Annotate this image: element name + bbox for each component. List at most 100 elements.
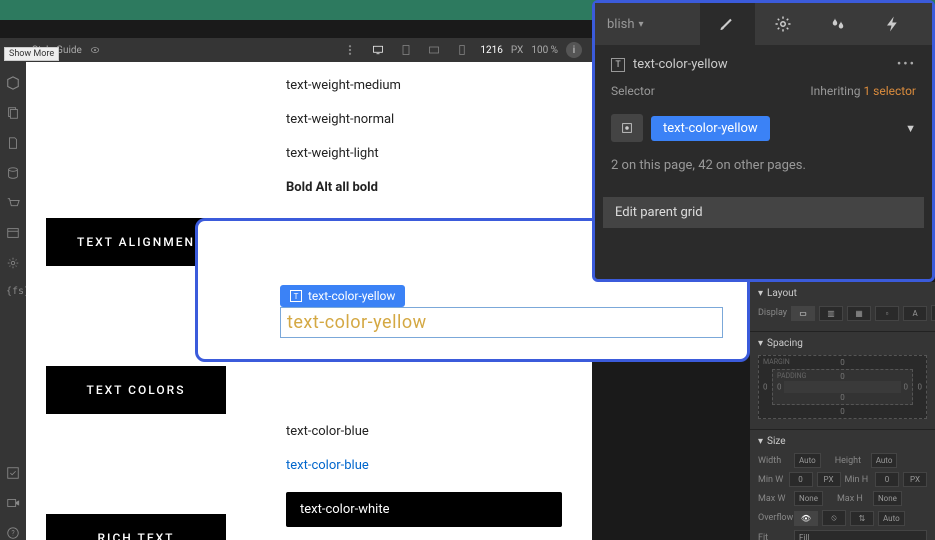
maxh-input[interactable]: None	[873, 491, 902, 506]
info-icon[interactable]: i	[566, 42, 582, 58]
cart-icon[interactable]	[6, 196, 20, 210]
display-grid-button[interactable]: ▦	[847, 306, 871, 321]
list-item[interactable]: text-weight-light	[286, 146, 562, 164]
margin-top[interactable]: 0	[840, 358, 845, 367]
tab-settings[interactable]	[755, 3, 810, 45]
display-inline-block-button[interactable]: ▫	[875, 306, 899, 321]
fit-label: Fit	[758, 533, 790, 540]
padding-right[interactable]: 0	[904, 383, 909, 392]
element-chip[interactable]: T text-color-yellow	[280, 285, 405, 307]
target-icon	[620, 121, 634, 135]
padding-bottom[interactable]: 0	[840, 393, 845, 402]
file-icon[interactable]	[6, 136, 20, 150]
maxh-label: Max H	[837, 494, 869, 504]
eye-icon[interactable]	[90, 45, 100, 55]
minw-input[interactable]: 0	[789, 472, 813, 487]
pages-icon[interactable]	[6, 106, 20, 120]
fs-icon[interactable]: {fs}	[6, 286, 20, 300]
more-vertical-icon[interactable]	[344, 44, 356, 56]
list-item[interactable]: text-color-blue	[286, 424, 562, 442]
class-name-text: text-color-yellow	[633, 57, 728, 72]
minh-input[interactable]: 0	[875, 472, 899, 487]
margin-left[interactable]: 0	[763, 383, 768, 392]
fit-select[interactable]: Fill	[794, 530, 927, 540]
layout-header: Layout	[767, 288, 797, 299]
padding-top[interactable]: 0	[840, 372, 845, 381]
display-inline-button[interactable]: A	[903, 306, 927, 321]
list-item[interactable]: text-color-blue	[286, 458, 562, 476]
style-panel: blish ▾ T text-color-yellow ••• Selector…	[592, 0, 935, 282]
spacing-header: Spacing	[767, 338, 803, 349]
width-input[interactable]: Auto	[794, 453, 821, 468]
zoom-level[interactable]: 100 %	[531, 45, 558, 56]
height-label: Height	[835, 456, 867, 466]
window-icon[interactable]	[6, 226, 20, 240]
tab-effects[interactable]	[810, 3, 865, 45]
canvas-toolbar: Style Guide 1216 PX 100 % i	[26, 38, 592, 62]
selected-element[interactable]: text-color-yellow	[280, 307, 723, 338]
video-icon[interactable]	[6, 496, 20, 510]
mobile-icon[interactable]	[456, 44, 468, 56]
gear-icon	[774, 15, 792, 33]
section-rich-text[interactable]: RICH TEXT	[46, 514, 226, 540]
list-item[interactable]: text-weight-normal	[286, 112, 562, 130]
minh-unit[interactable]: PX	[903, 472, 927, 487]
tablet-landscape-icon[interactable]	[428, 44, 440, 56]
chevron-down-icon: ▾	[639, 19, 644, 30]
text-type-icon: T	[611, 58, 625, 72]
svg-text:?: ?	[11, 530, 15, 538]
inheriting-link[interactable]: 1 selector	[863, 84, 916, 98]
publish-dropdown[interactable]: blish ▾	[607, 17, 644, 32]
tab-interactions[interactable]	[865, 3, 920, 45]
show-more-button[interactable]: Show More	[4, 47, 59, 61]
selector-count: 2 on this page, 42 on other pages.	[595, 150, 932, 181]
style-properties-panel: ▾Layout Display ▭ ▥ ▦ ▫ A ⦸ ▾Spacing MAR…	[750, 282, 935, 540]
chevron-down-icon[interactable]: ▾	[758, 338, 763, 349]
help-icon[interactable]: ?	[6, 526, 20, 540]
chevron-down-icon[interactable]: ▾	[758, 436, 763, 447]
canvas-width-value[interactable]: 1216	[480, 45, 502, 56]
minw-label: Min W	[758, 475, 785, 485]
edit-parent-grid-button[interactable]: Edit parent grid	[603, 197, 924, 228]
inheriting-text: Inheriting 1 selector	[810, 84, 916, 98]
overflow-auto-button[interactable]: Auto	[878, 511, 905, 526]
selector-label: Selector	[611, 84, 655, 98]
height-input[interactable]: Auto	[871, 453, 898, 468]
more-icon[interactable]: •••	[897, 57, 916, 72]
database-icon[interactable]	[6, 166, 20, 180]
chevron-down-icon[interactable]: ▾	[758, 288, 763, 299]
cube-icon[interactable]	[6, 76, 20, 90]
padding-left[interactable]: 0	[777, 383, 782, 392]
padding-label: PADDING	[777, 372, 806, 380]
canvas-width-unit: PX	[511, 45, 523, 56]
chip-label: text-color-yellow	[308, 289, 395, 303]
overflow-visible-button[interactable]: 👁	[794, 511, 818, 526]
gear-icon[interactable]	[6, 256, 20, 270]
selected-text: text-color-yellow	[287, 312, 427, 333]
margin-bottom[interactable]: 0	[840, 407, 845, 416]
minw-unit[interactable]: PX	[817, 472, 841, 487]
desktop-icon[interactable]	[372, 44, 384, 56]
display-none-button[interactable]: ⦸	[931, 305, 935, 321]
section-text-colors[interactable]: TEXT COLORS	[46, 366, 226, 414]
overflow-hidden-button[interactable]: ⦸	[822, 510, 846, 526]
chevron-down-icon[interactable]: ▼	[905, 122, 916, 135]
size-header: Size	[767, 436, 786, 447]
maxw-label: Max W	[758, 494, 790, 504]
tab-style[interactable]	[700, 3, 755, 45]
maxw-input[interactable]: None	[794, 491, 823, 506]
selector-state-button[interactable]	[611, 114, 643, 142]
overflow-scroll-button[interactable]: ⇅	[850, 511, 874, 526]
display-flex-button[interactable]: ▥	[819, 306, 843, 321]
list-item[interactable]: text-weight-medium	[286, 78, 562, 96]
margin-right[interactable]: 0	[918, 383, 923, 392]
check-icon[interactable]	[6, 466, 20, 480]
list-item[interactable]: text-color-white	[286, 492, 562, 527]
list-item[interactable]: Bold Alt all bold	[286, 180, 562, 198]
brush-icon	[719, 15, 737, 33]
selector-pill[interactable]: text-color-yellow	[651, 116, 770, 141]
display-block-button[interactable]: ▭	[791, 306, 815, 321]
minh-label: Min H	[845, 475, 872, 485]
box-model[interactable]: MARGIN 0 0 0 0 PADDING 0 0 0 0	[758, 355, 927, 419]
tablet-icon[interactable]	[400, 44, 412, 56]
